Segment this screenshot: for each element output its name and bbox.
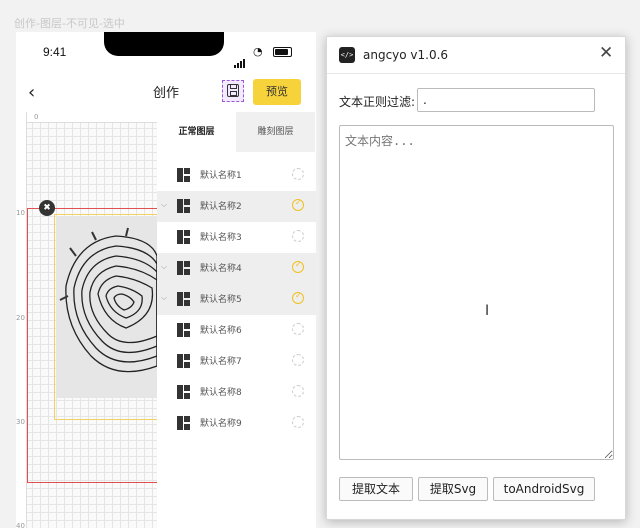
tool-dialog: </> angcyo v1.0.6 ✕ 文本正则过滤: I 提取文本 提取Svg… <box>326 36 626 520</box>
layer-check-icon[interactable] <box>292 260 304 273</box>
save-icon <box>227 84 239 97</box>
layer-row[interactable]: 默认名称6 <box>157 315 316 346</box>
layer-icon <box>177 354 190 368</box>
frame-label: 创作-图层-不可见-选中 <box>14 17 125 30</box>
layer-name: 默认名称8 <box>200 388 242 398</box>
dialog-header: </> angcyo v1.0.6 ✕ <box>327 37 625 74</box>
layer-name: 默认名称4 <box>200 264 242 274</box>
save-button[interactable] <box>222 80 244 102</box>
layer-icon <box>177 385 190 399</box>
layer-check-icon[interactable] <box>292 291 304 304</box>
layer-row[interactable]: ⌵ 默认名称2 <box>157 191 316 222</box>
layer-icon <box>177 292 190 306</box>
dialog-title: angcyo v1.0.6 <box>363 48 449 62</box>
layer-row[interactable]: 默认名称1 <box>157 160 316 191</box>
layer-check-icon[interactable] <box>292 323 304 335</box>
layer-name: 默认名称5 <box>200 295 242 305</box>
layer-check-icon[interactable] <box>292 168 304 180</box>
filter-label: 文本正则过滤: <box>339 95 416 109</box>
phone-notch <box>104 32 224 56</box>
ruler-tick-label: 40 <box>16 522 25 528</box>
ruler-tick-label: 10 <box>16 209 25 217</box>
tree-ring-image[interactable] <box>56 216 157 398</box>
layer-icon <box>177 230 190 244</box>
layer-check-icon[interactable] <box>292 385 304 397</box>
filter-input[interactable] <box>417 88 595 112</box>
layer-row[interactable]: 默认名称7 <box>157 346 316 377</box>
content-textarea[interactable] <box>339 125 614 460</box>
layer-panel: 正常图层 雕刻图层 默认名称1 ⌵ 默认名称2 默认名称3 ⌵ 默认名称4 ⌵ 默认名称5 默认… <box>157 112 316 528</box>
layer-icon <box>177 168 190 182</box>
layer-check-icon[interactable] <box>292 198 304 211</box>
tab-engrave-layers[interactable]: 雕刻图层 <box>236 112 315 152</box>
ruler-left: 10 20 30 40 <box>16 112 27 528</box>
layer-name: 默认名称9 <box>200 419 242 429</box>
layer-name: 默认名称3 <box>200 233 242 243</box>
layer-name: 默认名称6 <box>200 326 242 336</box>
layer-name: 默认名称7 <box>200 357 242 367</box>
extract-svg-button[interactable]: 提取Svg <box>418 477 488 501</box>
ruler-top: 0 <box>26 112 157 123</box>
layer-icon <box>177 323 190 337</box>
expand-icon[interactable]: ⌵ <box>161 262 167 272</box>
layer-row[interactable]: 默认名称9 <box>157 408 316 439</box>
extract-text-button[interactable]: 提取文本 <box>339 477 413 501</box>
layer-row[interactable]: 默认名称8 <box>157 377 316 408</box>
layer-tabs: 正常图层 雕刻图层 <box>157 112 316 152</box>
expand-icon[interactable]: ⌵ <box>161 200 167 210</box>
layer-name: 默认名称2 <box>200 202 242 212</box>
ruler-tick-label: 20 <box>16 314 25 322</box>
signal-icon <box>234 49 246 68</box>
layer-check-icon[interactable] <box>292 354 304 366</box>
expand-icon[interactable]: ⌵ <box>161 293 167 303</box>
status-bar: 9:41 ◔ <box>16 32 316 72</box>
layer-check-icon[interactable] <box>292 416 304 428</box>
layer-check-icon[interactable] <box>292 230 304 242</box>
preview-button[interactable]: 预览 <box>253 79 301 105</box>
layer-name: 默认名称1 <box>200 171 242 181</box>
ruler-tick-label: 30 <box>16 418 25 426</box>
battery-icon <box>273 47 292 57</box>
layer-icon <box>177 416 190 430</box>
text-cursor-icon: I <box>485 303 490 319</box>
status-time: 9:41 <box>43 45 67 59</box>
layer-row[interactable]: ⌵ 默认名称5 <box>157 284 316 315</box>
wifi-icon: ◔ <box>253 45 263 58</box>
code-icon: </> <box>339 47 355 63</box>
layer-row[interactable]: 默认名称3 <box>157 222 316 253</box>
close-icon[interactable]: ✕ <box>599 43 613 63</box>
ruler-tick-label: 0 <box>34 113 39 121</box>
layer-icon <box>177 261 190 275</box>
to-android-svg-button[interactable]: toAndroidSvg <box>493 477 595 501</box>
phone-screen: 9:41 ◔ ‹ 创作 预览 0 10 20 30 40 ✖ 正常图层 雕刻图层… <box>16 32 316 528</box>
delete-icon[interactable]: ✖ <box>39 200 55 216</box>
layer-row[interactable]: ⌵ 默认名称4 <box>157 253 316 284</box>
tab-normal-layers[interactable]: 正常图层 <box>157 112 236 152</box>
layer-icon <box>177 199 190 213</box>
